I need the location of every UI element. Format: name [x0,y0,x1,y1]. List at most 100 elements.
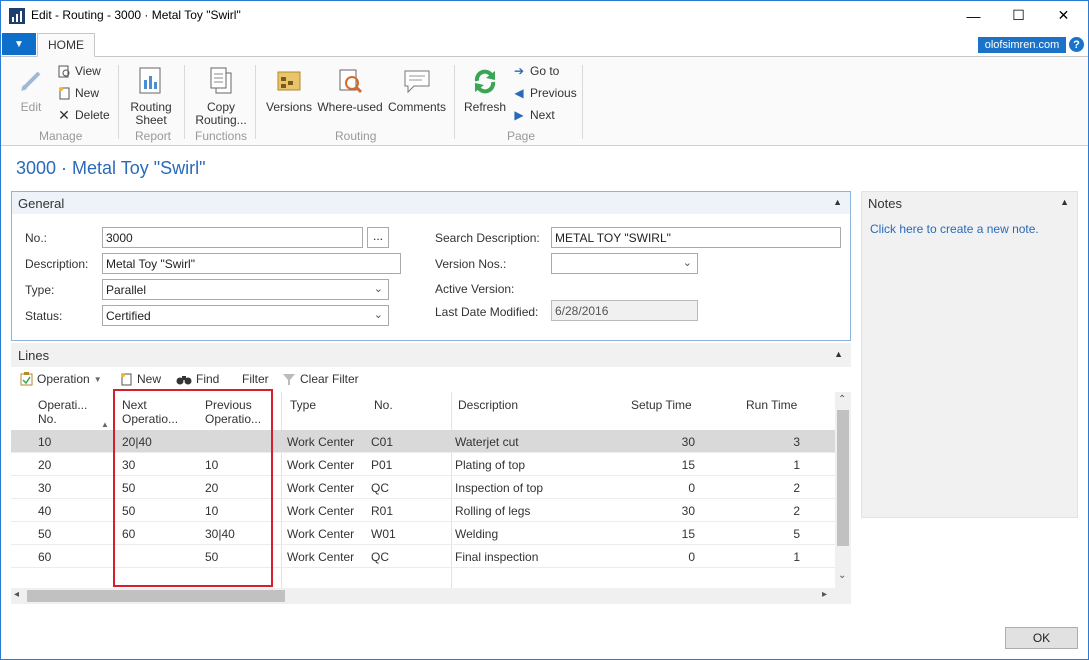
cell-desc[interactable]: Waterjet cut [455,435,519,449]
cell-op[interactable]: 10 [38,435,51,449]
operation-menu[interactable]: Operation ▼ [20,372,102,386]
tab-home[interactable]: HOME [37,33,95,57]
app-menu-button[interactable]: ▼ [2,33,36,55]
cell-desc[interactable]: Plating of top [455,458,525,472]
cell-setup[interactable]: 0 [688,481,695,495]
cell-desc[interactable]: Welding [455,527,498,541]
status-select[interactable]: Certified ⌄ [102,305,389,326]
cell-type[interactable]: Work Center [287,458,354,472]
cell-setup[interactable]: 30 [682,435,695,449]
app-icon [9,8,25,24]
search-description-field[interactable]: METAL TOY "SWIRL" [551,227,841,248]
no-field[interactable]: 3000 [102,227,363,248]
version-nos-select[interactable]: ⌄ [551,253,698,274]
cell-setup[interactable]: 30 [682,504,695,518]
cell-type[interactable]: Work Center [287,527,354,541]
window-title: Edit - Routing - 3000 · Metal Toy "Swirl… [31,8,241,22]
scroll-down-icon[interactable]: ⌄ [838,570,846,581]
goto-button[interactable]: ➔ Go to [512,62,559,80]
description-field[interactable]: Metal Toy "Swirl" [102,253,401,274]
cell-op[interactable]: 20 [38,458,51,472]
where-used-button[interactable]: Where-used [316,65,384,114]
edit-button[interactable]: Edit [13,65,49,114]
chevron-down-icon: ⌄ [373,309,383,321]
ok-button[interactable]: OK [1005,627,1078,649]
cell-desc[interactable]: Rolling of legs [455,504,530,518]
col-description[interactable]: Description [458,392,518,430]
cell-run[interactable]: 2 [793,504,800,518]
minimize-button[interactable]: — [951,0,996,31]
lines-find-button[interactable]: Find [176,372,219,386]
cell-desc[interactable]: Final inspection [455,550,538,564]
scroll-left-icon[interactable]: ◂ [14,589,19,600]
cell-op[interactable]: 40 [38,504,51,518]
clipboard-icon [20,372,33,386]
delete-button[interactable]: ✕ Delete [57,106,110,124]
horizontal-scrollbar[interactable]: ◂ ▸ [11,588,851,604]
notes-header[interactable]: Notes ▲ [862,192,1077,214]
col-operation-no[interactable]: Operati... No. [38,392,87,430]
cell-setup[interactable]: 0 [688,550,695,564]
cell-no[interactable]: C01 [371,435,393,449]
view-icon [57,64,71,78]
close-button[interactable]: ✕ [1041,0,1086,31]
horizontal-scroll-thumb[interactable] [27,590,285,602]
collapse-icon[interactable]: ▲ [834,349,843,359]
collapse-icon[interactable]: ▲ [1060,197,1069,207]
chevron-down-icon: ▼ [93,374,102,384]
general-header[interactable]: General ▲ [12,192,850,214]
new-button[interactable]: New [57,84,99,102]
cell-run[interactable]: 5 [793,527,800,541]
lines-header[interactable]: Lines ▲ [11,343,851,367]
cell-op[interactable]: 50 [38,527,51,541]
next-button[interactable]: ▶ Next [512,106,554,124]
cell-no[interactable]: P01 [371,458,392,472]
cell-setup[interactable]: 15 [682,527,695,541]
maximize-button[interactable]: ☐ [996,0,1041,31]
group-functions-label: Functions [195,129,248,143]
copy-routing-button[interactable]: Copy Routing... [193,65,249,127]
chevron-down-icon: ⌄ [682,257,692,269]
cell-op[interactable]: 30 [38,481,51,495]
vertical-scroll-thumb[interactable] [837,410,849,546]
routing-sheet-button[interactable]: Routing Sheet [127,65,175,127]
cell-run[interactable]: 1 [793,458,800,472]
cell-no[interactable]: QC [371,550,389,564]
refresh-button[interactable]: Refresh [462,65,508,114]
cell-run[interactable]: 1 [793,550,800,564]
comments-button[interactable]: Comments [387,65,447,114]
cell-type[interactable]: Work Center [287,504,354,518]
comment-icon [401,65,433,97]
col-type[interactable]: Type [290,392,316,430]
lines-clear-filter-button[interactable]: Clear Filter [282,372,359,386]
cell-type[interactable]: Work Center [287,481,354,495]
versions-button[interactable]: Versions [265,65,313,114]
cell-type[interactable]: Work Center [287,435,354,449]
col-setup-time[interactable]: Setup Time [631,392,692,430]
cell-desc[interactable]: Inspection of top [455,481,543,495]
view-button[interactable]: View [57,62,101,80]
scroll-right-icon[interactable]: ▸ [822,589,827,600]
vertical-scrollbar[interactable]: ⌃ ⌄ [835,392,851,588]
scroll-up-icon[interactable]: ⌃ [838,394,846,405]
cell-op[interactable]: 60 [38,550,51,564]
lines-new-button[interactable]: New [120,372,161,386]
type-select[interactable]: Parallel ⌄ [102,279,389,300]
cell-no[interactable]: W01 [371,527,396,541]
col-no[interactable]: No. [374,392,393,430]
assist-button[interactable]: ... [367,227,389,248]
cell-type[interactable]: Work Center [287,550,354,564]
group-report-label: Report [135,129,172,143]
title-bar: Edit - Routing - 3000 · Metal Toy "Swirl… [0,0,1089,31]
cell-no[interactable]: R01 [371,504,393,518]
cell-run[interactable]: 3 [793,435,800,449]
collapse-icon[interactable]: ▲ [833,197,842,207]
cell-no[interactable]: QC [371,481,389,495]
previous-button[interactable]: ◀ Previous [512,84,576,102]
col-run-time[interactable]: Run Time [746,392,797,430]
cell-run[interactable]: 2 [793,481,800,495]
lines-filter-button[interactable]: Filter [242,372,269,386]
cell-setup[interactable]: 15 [682,458,695,472]
help-icon[interactable]: ? [1069,37,1084,52]
create-note-link[interactable]: Click here to create a new note. [870,222,1039,236]
